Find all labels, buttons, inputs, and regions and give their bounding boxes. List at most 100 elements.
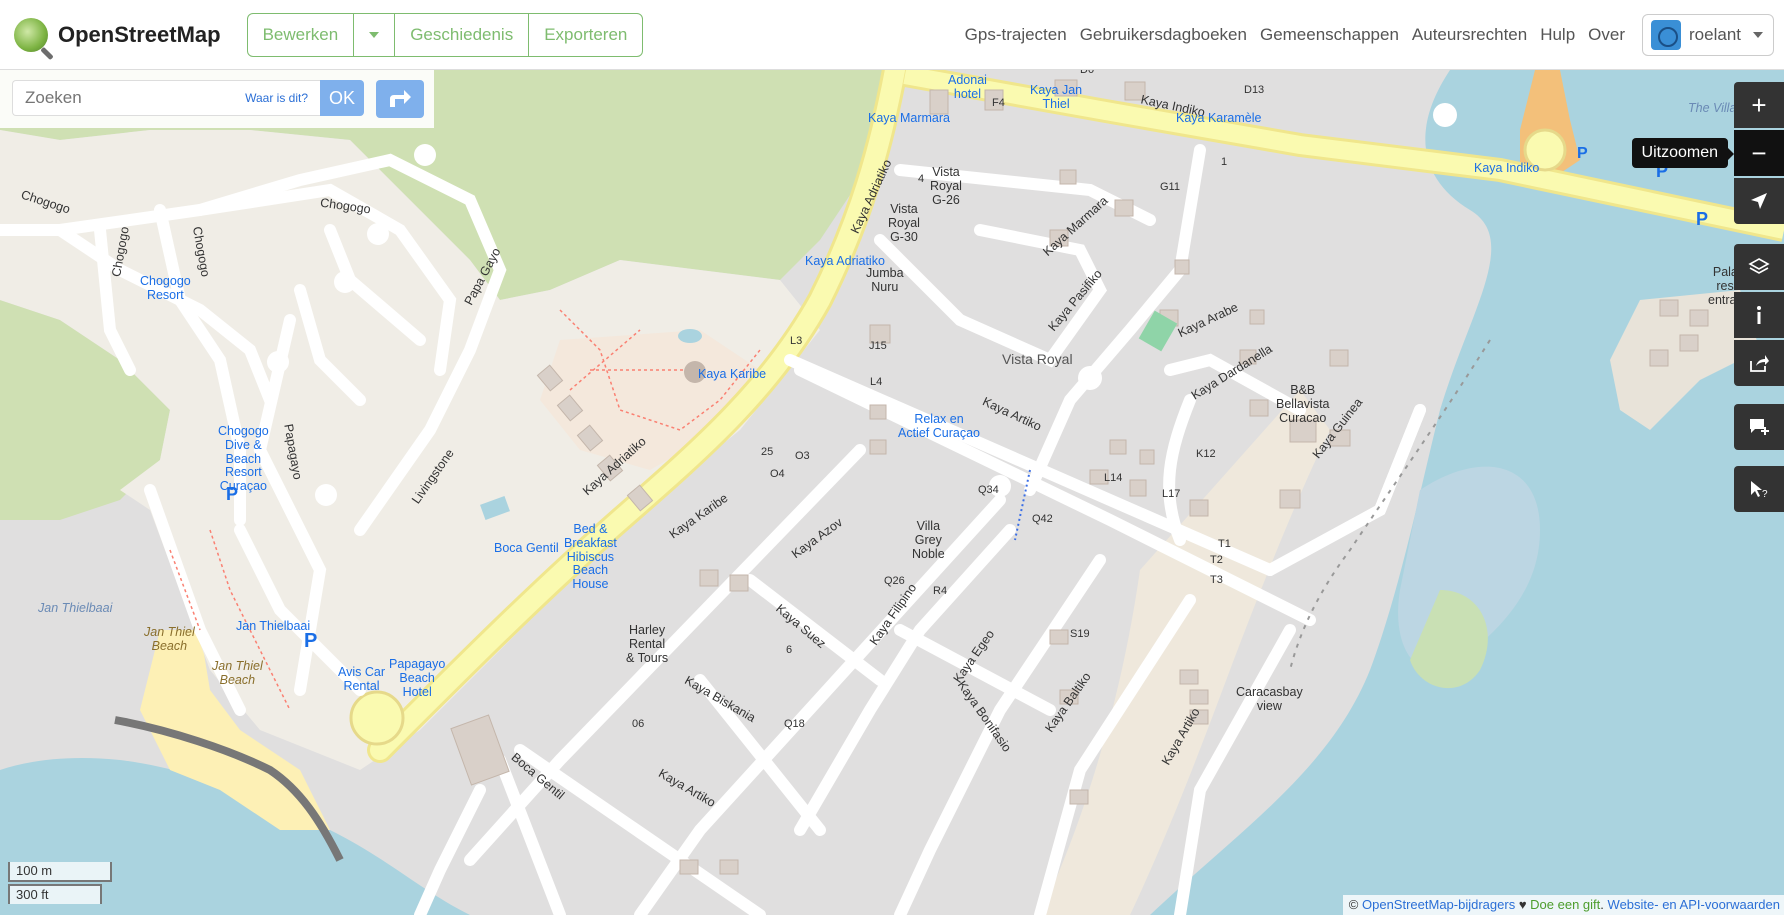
where-is-this-link[interactable]: Waar is dit? (245, 91, 308, 105)
poi-label: Relax en Actief Curaçao (898, 412, 980, 440)
zoom-out-button[interactable]: − (1734, 130, 1784, 176)
house-number: D13 (1244, 84, 1265, 96)
poi-label: Kaya Karamèle (1176, 111, 1262, 125)
export-button[interactable]: Exporteren (529, 14, 642, 56)
search-submit-button[interactable]: OK (320, 80, 364, 116)
zoom-in-button[interactable]: + (1734, 82, 1784, 128)
home-logo[interactable]: OpenStreetMap (14, 17, 221, 52)
map-key-button[interactable] (1734, 292, 1784, 338)
house-number: L4 (870, 376, 883, 388)
poi-label: Adonai hotel (948, 73, 987, 101)
chevron-down-icon (1753, 32, 1763, 38)
attribution: © OpenStreetMap-bijdragers ♥ Doe een gif… (1342, 895, 1784, 915)
terms-link[interactable]: Website- en API-voorwaarden (1608, 897, 1780, 912)
poi-label: Kaya Indiko (1474, 161, 1540, 175)
place-label: Jumba Nuru (866, 266, 904, 294)
house-number: T2 (1210, 554, 1223, 566)
add-note-icon (1750, 419, 1769, 435)
place-label: Vista Royal (1002, 351, 1073, 367)
edit-button[interactable]: Bewerken (248, 13, 355, 56)
place-label: Villa Grey Noble (912, 519, 945, 561)
history-button[interactable]: Geschiedenis (395, 13, 530, 56)
share-icon (1750, 355, 1769, 372)
house-number: G11 (1160, 181, 1180, 193)
avatar (1651, 20, 1682, 50)
poi-label: Kaya Jan Thiel (1030, 83, 1083, 111)
map-canvas[interactable]: Chogogo Chogogo Chogogo Chogogo Chogogo … (0, 70, 1784, 915)
top-bar: OpenStreetMap Bewerken Geschiedenis Expo… (0, 0, 1784, 70)
nav-about[interactable]: Over (1588, 25, 1625, 45)
edit-button-group: Bewerken Geschiedenis Exporteren (246, 12, 644, 57)
house-number: S19 (1070, 628, 1090, 640)
house-number: 06 (632, 718, 645, 730)
house-number: T1 (1218, 538, 1231, 550)
house-number: O3 (795, 450, 810, 462)
share-button[interactable] (1734, 340, 1784, 386)
house-number: 4 (918, 173, 925, 185)
heart-icon: ♥ (1518, 897, 1527, 912)
nav-help[interactable]: Hulp (1540, 25, 1575, 45)
nav-communities[interactable]: Gemeenschappen (1260, 25, 1399, 45)
place-label: B&B Bellavista Curacao (1276, 383, 1330, 425)
search-input-wrap: Waar is dit? (12, 80, 320, 116)
poi-label: Kaya Karibe (698, 367, 767, 381)
place-label: Vista Royal G-26 (930, 165, 962, 207)
scale-imperial: 300 ft (8, 884, 102, 904)
nav-gps-traces[interactable]: Gps-trajecten (965, 25, 1067, 45)
poi-label: Boca Gentil (494, 541, 559, 555)
query-cursor-icon: ? (1751, 481, 1768, 499)
search-input[interactable] (23, 87, 213, 109)
donate-link[interactable]: Doe een gift (1530, 897, 1600, 912)
house-number: Q26 (884, 575, 905, 587)
place-label: Harley Rental & Tours (626, 623, 669, 665)
directions-button[interactable] (376, 80, 424, 118)
place-label: Vista Royal G-30 (888, 202, 920, 244)
house-number: R4 (933, 585, 948, 597)
svg-text:?: ? (1762, 489, 1768, 499)
locate-arrow-icon (1751, 193, 1767, 209)
locate-button[interactable] (1734, 178, 1784, 224)
user-menu-button[interactable]: roelant (1642, 14, 1774, 56)
secondary-nav: Gps-trajecten Gebruikersdagboeken Gemeen… (965, 0, 1774, 70)
parking-icon: P (304, 630, 318, 652)
beach-label: Jan Thiel Beach (212, 659, 263, 687)
house-number: 25 (761, 446, 774, 458)
parking-icon: P (226, 484, 239, 504)
directions-icon (390, 90, 411, 107)
parking-icon: P (1577, 145, 1588, 162)
house-number: D0 (1080, 70, 1095, 76)
poi-label: Chogogo Resort (140, 274, 191, 302)
poi-label: Jan Thielbaai (236, 619, 311, 633)
scale-metric: 100 m (8, 862, 112, 882)
separator: . (1600, 897, 1604, 912)
house-number: J15 (869, 340, 887, 352)
layers-icon (1748, 258, 1770, 274)
house-number: L14 (1104, 472, 1123, 484)
osm-logo-icon (14, 17, 48, 52)
house-number: L3 (790, 335, 803, 347)
edit-dropdown-toggle[interactable] (354, 13, 396, 56)
site-title: OpenStreetMap (58, 21, 221, 47)
poi-label: Papagayo Beach Hotel (389, 657, 446, 699)
house-number: 1 (1221, 156, 1228, 168)
nav-user-diaries[interactable]: Gebruikersdagboeken (1080, 25, 1247, 45)
house-number: K12 (1196, 448, 1216, 460)
search-panel: Waar is dit? OK (0, 70, 434, 128)
zoom-out-tooltip: Uitzoomen (1631, 138, 1735, 168)
water-label: Jan Thielbaai (38, 601, 113, 615)
house-number: L17 (1162, 488, 1181, 500)
query-features-button[interactable]: ? (1734, 466, 1784, 512)
poi-label: Kaya Marmara (868, 111, 950, 125)
place-label: Caracasbay view (1236, 685, 1303, 713)
nav-copyright[interactable]: Auteursrechten (1412, 25, 1527, 45)
add-note-button[interactable] (1734, 404, 1784, 450)
house-number: 6 (786, 644, 793, 656)
house-number: O4 (770, 468, 785, 480)
copyright-symbol: © (1348, 897, 1359, 912)
house-number: Q34 (978, 484, 999, 496)
contributors-link[interactable]: OpenStreetMap-bijdragers (1362, 897, 1515, 912)
info-icon (1757, 306, 1761, 324)
house-number: Q18 (784, 718, 805, 730)
layers-button[interactable] (1734, 244, 1784, 290)
caret-down-icon (369, 31, 380, 38)
